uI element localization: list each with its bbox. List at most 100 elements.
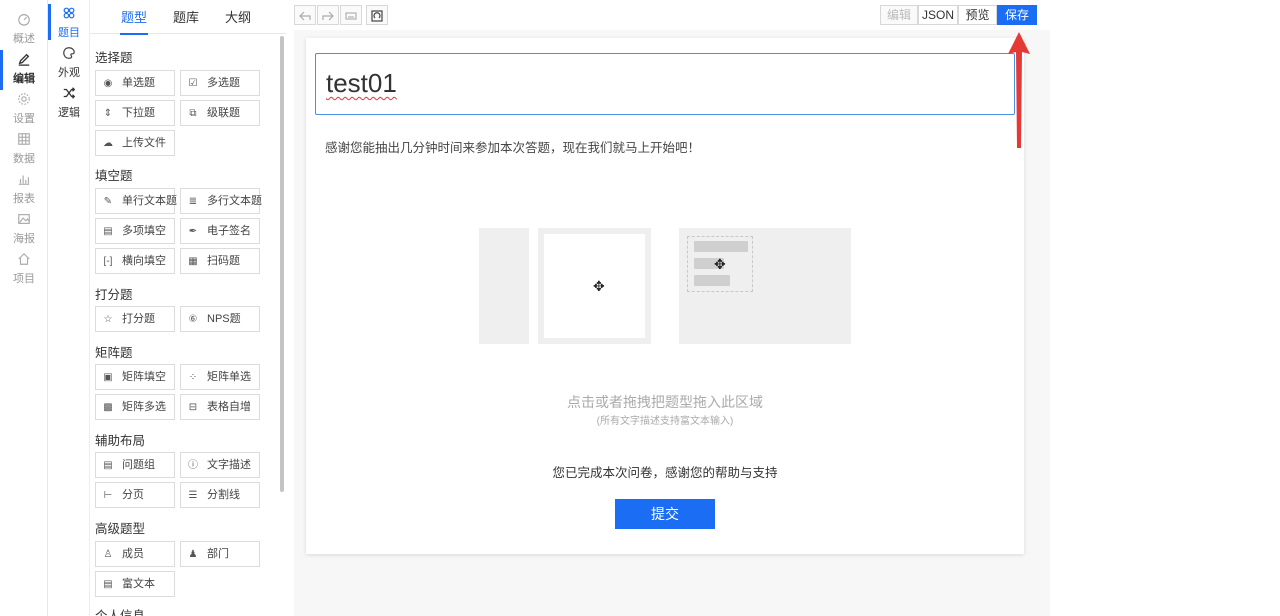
qtype-label: 矩阵单选 (207, 371, 251, 383)
section-title-choice: 选择题 (95, 51, 133, 65)
nav-label: 报表 (13, 193, 35, 205)
qtype-label: 多选题 (207, 77, 240, 89)
matrix-check-icon: ▩ (103, 402, 113, 413)
tab-question-bank[interactable]: 题库 (168, 0, 204, 34)
section-title-personal: 个人信息 (95, 609, 146, 616)
radio-icon: ◉ (103, 78, 113, 89)
qtype-multi-choice[interactable]: ☑ 多选题 (180, 70, 260, 96)
qtype-label: 部门 (207, 548, 229, 560)
nav-item-data[interactable]: 数据 (0, 130, 48, 170)
qtype-question-group[interactable]: ▤ 问题组 (95, 452, 175, 478)
user-icon: ♙ (103, 549, 113, 560)
group-icon: ▤ (103, 460, 113, 471)
nav-item-settings[interactable]: 设置 (0, 90, 48, 130)
checkbox-icon: ☑ (188, 78, 198, 89)
refresh-button[interactable] (366, 5, 388, 25)
qtype-rating[interactable]: ☆ 打分题 (95, 306, 175, 332)
qtype-table-auto-add[interactable]: ⊟ 表格自增 (180, 394, 260, 420)
survey-intro[interactable]: 感谢您能抽出几分钟时间来参加本次答题，现在我们就马上开始吧！ (325, 137, 700, 156)
sort-arrows-icon: ⇕ (103, 108, 113, 119)
image-icon (0, 212, 48, 230)
redo-button[interactable] (317, 5, 339, 25)
qtype-single-line-text[interactable]: ✎ 单行文本题 (95, 188, 177, 214)
qtype-matrix-multi[interactable]: ▩ 矩阵多选 (95, 394, 175, 420)
subnav-item-questions[interactable]: 题目 (48, 4, 90, 40)
qtype-label: 成员 (122, 548, 144, 560)
qtype-label: 打分题 (122, 313, 155, 325)
edit-button[interactable]: 编辑 (880, 5, 918, 25)
json-button[interactable]: JSON (918, 5, 958, 25)
star-icon: ☆ (103, 314, 113, 325)
finish-message[interactable]: 您已完成本次问卷，感谢您的帮助与支持 (306, 462, 1024, 481)
save-button[interactable]: 保存 (997, 5, 1037, 25)
subnav-label: 外观 (58, 67, 80, 79)
qtype-member[interactable]: ♙ 成员 (95, 541, 175, 567)
nav-label: 数据 (13, 153, 35, 165)
qtype-divider[interactable]: ☰ 分割线 (180, 482, 260, 508)
stacked-boxes-icon: ▤ (103, 226, 113, 237)
qtype-text-description[interactable]: ⓘ 文字描述 (180, 452, 260, 478)
qtype-multi-fill[interactable]: ▤ 多项填空 (95, 218, 175, 244)
qtype-label: NPS题 (207, 313, 241, 325)
drag-preview-box: ✥ (687, 236, 753, 292)
qtype-matrix-single[interactable]: ⁘ 矩阵单选 (180, 364, 260, 390)
qtype-label: 电子签名 (207, 225, 251, 237)
undo-button[interactable] (294, 5, 316, 25)
shuffle-icon (48, 86, 90, 104)
qtype-label: 分割线 (207, 489, 240, 501)
tab-outline[interactable]: 大纲 (220, 0, 256, 34)
nav-label: 项目 (13, 273, 35, 285)
nav-item-overview[interactable]: 概述 (0, 10, 48, 50)
qtype-label: 富文本 (122, 578, 155, 590)
submit-button[interactable]: 提交 (615, 499, 715, 529)
subnav-item-logic[interactable]: 逻辑 (48, 84, 90, 120)
edit-box-icon: ✎ (103, 196, 113, 207)
survey-title-field[interactable]: test01 (315, 53, 1015, 115)
qtype-label: 表格自增 (207, 401, 251, 413)
section-title-advanced: 高级题型 (95, 522, 146, 536)
drop-zone-subhint: (所有文字描述支持富文本输入) (596, 416, 734, 427)
refresh-icon (371, 10, 383, 22)
qtype-nps[interactable]: ⑥ NPS题 (180, 306, 260, 332)
text-lines-icon: ≣ (188, 196, 198, 207)
nav-item-project[interactable]: 项目 (0, 250, 48, 290)
qtype-label: 下拉题 (122, 107, 155, 119)
qtype-single-choice[interactable]: ◉ 单选题 (95, 70, 175, 96)
qtype-scan-code[interactable]: ▦ 扫码题 (180, 248, 260, 274)
qtype-dropdown[interactable]: ⇕ 下拉题 (95, 100, 175, 126)
nps-icon: ⑥ (188, 314, 198, 325)
drop-placeholder-middle[interactable]: ✥ (538, 228, 651, 344)
qtype-horizontal-fill[interactable]: [-] 横向填空 (95, 248, 175, 274)
qtype-label: 文字描述 (207, 459, 251, 471)
divider-icon: ☰ (188, 490, 198, 501)
action-bar: 编辑 JSON 预览 保存 (880, 5, 1037, 25)
qtype-multi-line-text[interactable]: ≣ 多行文本题 (180, 188, 262, 214)
qtype-label: 横向填空 (122, 255, 166, 267)
preview-bar (694, 275, 730, 286)
keyboard-button[interactable] (340, 5, 362, 25)
subnav-item-appearance[interactable]: 外观 (48, 44, 90, 80)
section-title-fill: 填空题 (95, 169, 133, 183)
qtype-e-signature[interactable]: ✒ 电子签名 (180, 218, 260, 244)
qtype-matrix-fill[interactable]: ▣ 矩阵填空 (95, 364, 175, 390)
drop-placeholder-right[interactable]: ✥ (679, 228, 851, 344)
nav-label: 概述 (13, 33, 35, 45)
preview-button[interactable]: 预览 (958, 5, 997, 25)
edit-icon (0, 52, 48, 70)
preview-bar (694, 241, 748, 252)
qtype-page-break[interactable]: ⊢ 分页 (95, 482, 175, 508)
nav-item-poster[interactable]: 海报 (0, 210, 48, 250)
cascade-icon: ⧉ (189, 108, 197, 119)
tab-question-types[interactable]: 题型 (116, 0, 152, 35)
qtype-label: 分页 (122, 489, 144, 501)
annotation-arrow-icon (1008, 32, 1030, 148)
qtype-label: 扫码题 (207, 255, 240, 267)
panel-scrollbar[interactable] (280, 36, 284, 492)
qtype-upload-file[interactable]: ☁ 上传文件 (95, 130, 175, 156)
nav-item-report[interactable]: 报表 (0, 170, 48, 210)
bracket-icon: [-] (103, 256, 113, 267)
nav-item-edit[interactable]: 编辑 (0, 50, 48, 90)
qtype-department[interactable]: ♟ 部门 (180, 541, 260, 567)
qtype-cascade[interactable]: ⧉ 级联题 (180, 100, 260, 126)
qtype-rich-text[interactable]: ▤ 富文本 (95, 571, 175, 597)
